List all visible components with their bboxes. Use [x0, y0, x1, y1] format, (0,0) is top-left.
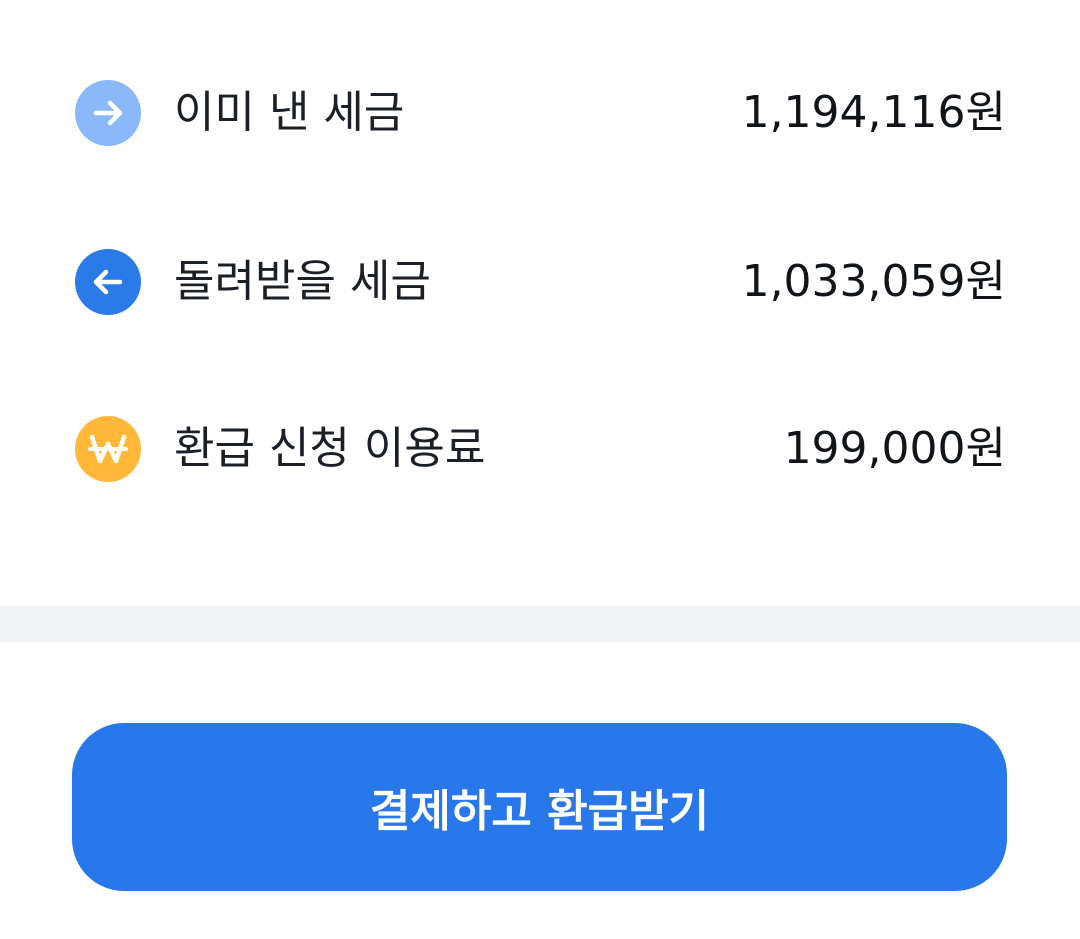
arrow-right-icon — [75, 80, 141, 146]
service-fee-amount: 199,000원 — [783, 423, 1006, 474]
paid-tax-label: 이미 낸 세금 — [174, 87, 405, 138]
summary-row-refund-tax: 돌려받을 세금 1,033,059원 — [0, 249, 1080, 317]
pay-and-refund-button-label: 결제하고 환급받기 — [369, 786, 710, 837]
refund-tax-label: 돌려받을 세금 — [174, 256, 431, 307]
summary-row-paid-tax: 이미 낸 세금 1,194,116원 — [0, 80, 1080, 148]
refund-tax-amount: 1,033,059원 — [741, 256, 1006, 307]
service-fee-label: 환급 신청 이용료 — [174, 423, 486, 474]
section-divider — [0, 606, 1080, 642]
paid-tax-amount: 1,194,116원 — [741, 87, 1006, 138]
won-icon — [75, 416, 141, 482]
summary-row-service-fee: 환급 신청 이용료 199,000원 — [0, 416, 1080, 484]
refund-summary: 이미 낸 세금 1,194,116원 돌려받을 세금 1,033,059원 환급… — [0, 0, 1080, 606]
arrow-left-icon — [75, 249, 141, 315]
pay-and-refund-button[interactable]: 결제하고 환급받기 — [72, 723, 1007, 891]
